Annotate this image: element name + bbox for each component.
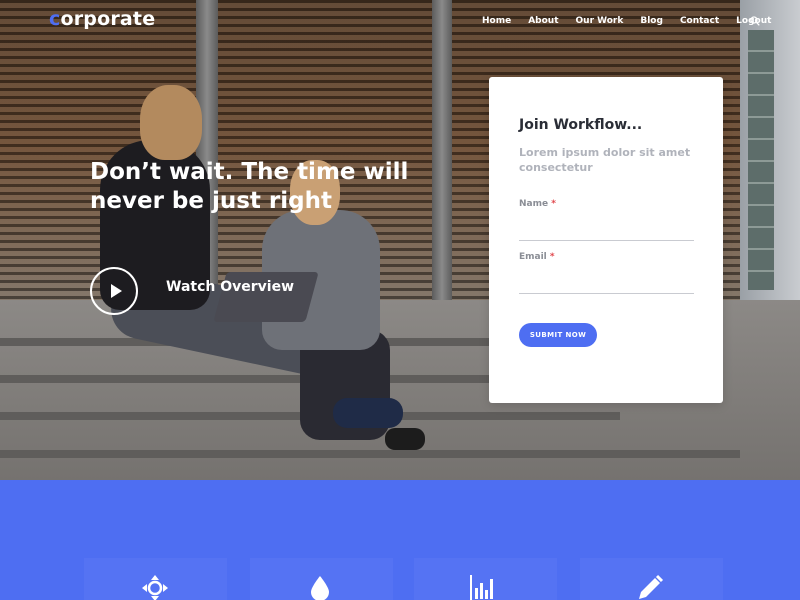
person-silhouette (140, 85, 202, 160)
name-field[interactable] (519, 217, 694, 239)
features-section (0, 480, 800, 600)
required-mark: * (551, 199, 556, 209)
nav-home[interactable]: Home (482, 16, 511, 26)
email-label: Email * (519, 252, 555, 262)
email-field-underline (519, 293, 694, 294)
nav-blog[interactable]: Blog (640, 16, 663, 26)
name-label: Name * (519, 199, 556, 209)
background-pillar (432, 0, 452, 310)
name-label-text: Name (519, 199, 549, 209)
bar-chart-icon (470, 575, 497, 600)
pencil-icon (639, 574, 664, 599)
hero-headline: Don’t wait. The time will never be just … (90, 159, 409, 214)
submit-button[interactable]: SUBMIT NOW (519, 323, 597, 347)
nav-contact[interactable]: Contact (680, 16, 719, 26)
nav-our-work[interactable]: Our Work (576, 16, 624, 26)
nav-about[interactable]: About (528, 16, 558, 26)
form-title: Join Workflow... (519, 117, 643, 133)
background-building (740, 0, 800, 320)
main-nav: Home About Our Work Blog Contact Logout (482, 16, 788, 26)
logo[interactable]: corporate (49, 8, 155, 30)
signup-form-card: Join Workflow... Lorem ipsum dolor sit a… (489, 77, 723, 403)
drop-icon (311, 576, 329, 600)
email-field[interactable] (519, 270, 694, 292)
logo-text: orporate (60, 8, 156, 30)
shoe (333, 398, 403, 428)
shoe (385, 428, 425, 450)
watch-overview-link[interactable]: Watch Overview (166, 279, 294, 295)
name-field-underline (519, 240, 694, 241)
form-subtitle: Lorem ipsum dolor sit amet consectetur (519, 146, 691, 174)
move-icon (142, 575, 168, 600)
required-mark: * (549, 252, 555, 262)
step-edge (0, 450, 740, 458)
logo-accent-letter: c (49, 8, 61, 30)
email-label-text: Email (519, 252, 547, 262)
step-edge (0, 375, 560, 383)
play-icon[interactable] (90, 267, 138, 315)
search-icon[interactable] (750, 16, 760, 26)
